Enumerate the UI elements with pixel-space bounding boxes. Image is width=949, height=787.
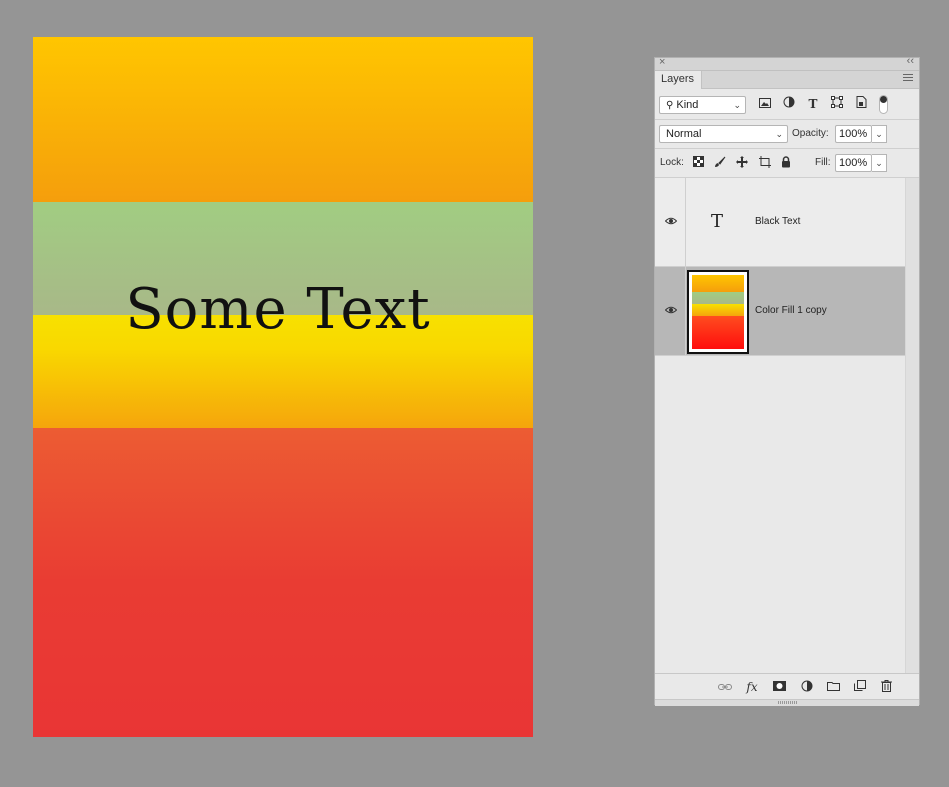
new-group-icon[interactable] (825, 680, 841, 694)
layers-scrollbar[interactable] (905, 178, 919, 673)
collapse-icon[interactable]: ‹‹ (907, 55, 914, 67)
smart-object-filter-icon[interactable] (853, 96, 869, 112)
layer-thumbnail[interactable] (687, 270, 749, 354)
type-filter-icon[interactable]: T (805, 96, 821, 112)
opacity-label: Opacity: (792, 128, 829, 139)
gradient-band-red (33, 428, 533, 737)
delete-layer-icon[interactable] (878, 680, 894, 694)
document-canvas[interactable]: Some Text (33, 37, 533, 737)
layers-list: T Black Text Color Fill 1 copy (655, 178, 905, 673)
chevron-down-icon: ⌄ (775, 129, 783, 139)
lock-transparent-pixels-icon[interactable] (691, 156, 705, 170)
fill-field[interactable]: 100% (835, 154, 872, 172)
fx-icon[interactable]: fx (744, 680, 760, 694)
filter-toggle[interactable] (879, 95, 888, 114)
kind-label: Kind (676, 99, 699, 111)
fill-label: Fill: (815, 157, 831, 168)
new-layer-icon[interactable] (852, 680, 868, 694)
adjustment-filter-icon[interactable] (781, 96, 797, 112)
lock-label: Lock: (660, 157, 684, 168)
panel-bottom-bar: fx (655, 673, 919, 699)
fill-dropdown[interactable]: ⌄ (872, 154, 887, 172)
blend-mode-value: Normal (666, 128, 702, 140)
eye-icon[interactable] (665, 306, 677, 314)
search-icon: ⚲ (666, 100, 674, 111)
layers-panel: × ‹‹ Layers ⚲ Kind ⌄ T Normal ⌄ Opacity:… (654, 55, 920, 706)
new-adjustment-icon[interactable] (799, 680, 815, 694)
opacity-dropdown[interactable]: ⌄ (872, 125, 887, 143)
panel-resize-grip[interactable] (655, 699, 919, 706)
lock-image-pixels-icon[interactable] (713, 156, 727, 170)
panel-menu-icon[interactable] (903, 74, 913, 83)
shape-filter-icon[interactable] (829, 96, 845, 112)
close-icon[interactable]: × (659, 56, 665, 68)
layer-name[interactable]: Black Text (755, 216, 800, 228)
visibility-column (655, 178, 686, 266)
panel-titlebar: × ‹‹ (655, 55, 919, 71)
lock-artboard-icon[interactable] (757, 156, 771, 170)
canvas-text[interactable]: Some Text (33, 275, 533, 345)
gradient-band-orange (33, 37, 533, 202)
eye-icon[interactable] (665, 217, 677, 225)
add-mask-icon[interactable] (771, 680, 787, 694)
opacity-field[interactable]: 100% (835, 125, 872, 143)
blend-row: Normal ⌄ Opacity: 100% ⌄ (655, 120, 919, 149)
layer-name[interactable]: Color Fill 1 copy (755, 305, 827, 317)
text-layer-thumbnail-icon: T (711, 211, 724, 232)
blend-mode-select[interactable]: Normal ⌄ (659, 125, 788, 143)
layer-row-color-fill-copy[interactable]: Color Fill 1 copy (655, 267, 905, 356)
filter-row: ⚲ Kind ⌄ T (655, 89, 919, 120)
panel-tabbar: Layers (655, 71, 919, 89)
tab-layers[interactable]: Layers (655, 71, 702, 89)
lock-row: Lock: Fill: 100% ⌄ (655, 149, 919, 178)
chevron-down-icon: ⌄ (733, 100, 741, 110)
filter-kind-select[interactable]: ⚲ Kind ⌄ (659, 96, 746, 114)
visibility-column (655, 267, 686, 355)
lock-position-icon[interactable] (735, 156, 749, 170)
link-layers-icon[interactable] (717, 680, 733, 694)
layer-row-black-text[interactable]: T Black Text (655, 178, 905, 267)
image-filter-icon[interactable] (757, 96, 773, 112)
lock-all-icon[interactable] (779, 156, 793, 170)
